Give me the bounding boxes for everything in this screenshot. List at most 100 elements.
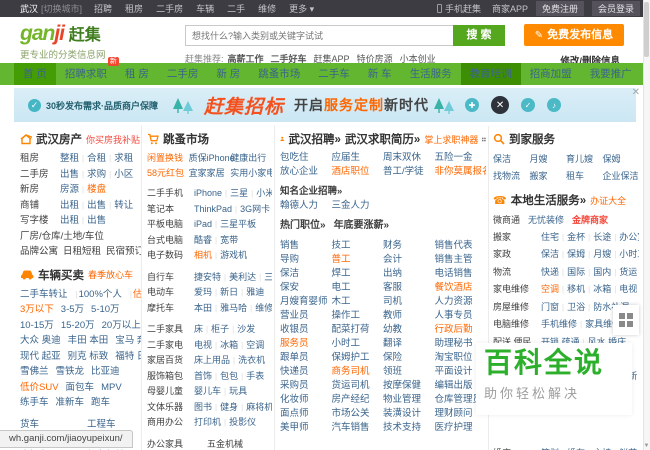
link[interactable]: 雪铁龙 <box>56 366 85 377</box>
link[interactable]: 电视 <box>619 284 637 294</box>
link[interactable]: 二手房 <box>158 63 208 85</box>
link[interactable]: 幼教 <box>383 323 435 337</box>
link[interactable]: 3G网卡 <box>240 204 270 214</box>
category-label[interactable]: 家居百货 <box>147 353 194 368</box>
local-service-title[interactable]: 本地生活服务» <box>511 192 586 208</box>
overlay-ad[interactable]: 百科全说 助你轻松解决 <box>476 343 632 415</box>
link[interactable]: 焊工 <box>332 267 384 281</box>
link[interactable]: 客服 <box>383 281 435 295</box>
link[interactable]: 保险 <box>383 351 435 365</box>
link[interactable]: 练手车 <box>20 397 49 408</box>
link[interactable]: 比亚迪 <box>91 366 120 377</box>
link[interactable]: 低价SUV <box>20 382 59 393</box>
link[interactable]: 车辆 <box>196 4 214 14</box>
link[interactable]: 保洁 <box>541 249 559 259</box>
link[interactable]: 柜子 <box>211 324 229 334</box>
link[interactable]: 房产经纪 <box>332 393 384 407</box>
link[interactable]: 办公室 <box>619 232 639 242</box>
link[interactable]: 找物流 <box>493 168 530 185</box>
category-label[interactable]: 写字楼 <box>20 213 60 229</box>
link[interactable]: 商家APP <box>492 2 528 15</box>
link[interactable]: 58元红包 <box>147 166 189 181</box>
link[interactable]: 电工 <box>332 281 384 295</box>
link[interactable]: 租车 <box>566 168 603 185</box>
link[interactable]: 首 页 <box>14 63 56 85</box>
link[interactable]: 非你莫属报名 <box>435 165 487 179</box>
link[interactable]: 国内 <box>593 267 611 277</box>
link[interactable]: 更多 ▾ <box>289 4 314 14</box>
link[interactable]: 人事专员 <box>435 309 487 323</box>
category-label[interactable]: 新房 <box>20 182 60 198</box>
housing-title[interactable]: 武汉房产 <box>36 131 82 147</box>
link[interactable]: 投影仪 <box>229 417 256 427</box>
link[interactable]: 移机 <box>567 284 585 294</box>
category-label[interactable]: 二手手机 <box>147 186 194 201</box>
link[interactable]: 年底要涨薪» <box>334 220 390 231</box>
link[interactable]: 丰田 本田 <box>68 335 109 346</box>
link[interactable]: 求租 <box>114 153 133 164</box>
link[interactable]: 玩具 <box>229 386 247 396</box>
link[interactable]: 福特 日产 <box>115 351 141 362</box>
category-label[interactable]: 电脑维修 <box>493 316 541 333</box>
category-label[interactable]: 租房 <box>20 151 60 167</box>
link[interactable]: 普工/学徒 <box>383 165 435 179</box>
category-label[interactable]: 家电维修 <box>493 281 541 298</box>
link[interactable]: 市场公关 <box>332 407 384 421</box>
promo-banner[interactable]: ✓ 30秒发布需求·品质商户保障 赶集招标 开启服务定制新时代 ✚ ✕ ✓ ♪ <box>14 88 636 122</box>
link[interactable]: 销售主管 <box>435 253 487 267</box>
link[interactable]: 15-20万 <box>61 320 95 331</box>
link[interactable]: 小米 <box>256 188 272 198</box>
link[interactable]: 物业管理 <box>383 393 435 407</box>
link[interactable]: 领班 <box>383 365 435 379</box>
link[interactable]: 商务司机 <box>332 365 384 379</box>
link[interactable]: 房源 <box>60 184 79 195</box>
link[interactable]: 床上用品 <box>194 355 230 365</box>
link[interactable]: 空调 <box>246 340 264 350</box>
flea-title[interactable]: 跳蚤市场 <box>163 131 209 147</box>
category-label[interactable]: 平板电脑 <box>147 217 194 232</box>
link[interactable]: iPhone <box>194 188 222 198</box>
link[interactable]: 出租 <box>60 215 79 226</box>
category-label[interactable]: 二手家具 <box>147 322 194 337</box>
link[interactable]: 20万以上 <box>102 320 141 331</box>
link[interactable]: 技术支持 <box>383 421 435 435</box>
link[interactable]: 保姆护工 <box>332 351 384 365</box>
category-label[interactable]: 电动车 <box>147 285 194 300</box>
link[interactable]: 二手房 <box>156 4 183 14</box>
link[interactable]: 招聘求职新 <box>56 57 119 85</box>
link[interactable]: 出纳 <box>383 267 435 281</box>
link[interactable]: 手表 <box>246 371 264 381</box>
link[interactable]: 普工 <box>332 253 384 267</box>
link[interactable]: 新日 <box>220 287 238 297</box>
link[interactable]: 木工 <box>332 295 384 309</box>
link[interactable]: 销售代表 <box>435 239 487 253</box>
link[interactable]: 跟单员 <box>280 351 332 365</box>
car-title[interactable]: 车辆买卖 <box>38 267 84 283</box>
link[interactable]: 首饰 <box>194 371 212 381</box>
link[interactable]: 住宅 <box>541 232 559 242</box>
switch-city-link[interactable]: [切换城市] <box>41 2 82 15</box>
link[interactable]: 新 房 <box>207 63 249 85</box>
link[interactable]: 育儿嫂 <box>566 151 603 168</box>
link[interactable]: 无忧装修 <box>528 215 564 225</box>
category-label[interactable]: 搬家 <box>493 229 541 246</box>
link[interactable]: 爱玛 <box>194 287 212 297</box>
category-label[interactable]: 自行车 <box>147 270 194 285</box>
link[interactable]: 沙发 <box>237 324 255 334</box>
category-label[interactable]: 商铺 <box>20 198 60 214</box>
home-service-title[interactable]: 到家服务 <box>509 131 555 147</box>
link[interactable]: 10-15万 <box>20 320 54 331</box>
link[interactable]: 新 车 <box>359 63 401 85</box>
scrollbar-down-arrow[interactable]: ▼ <box>643 443 650 449</box>
link[interactable]: 快递员 <box>280 365 332 379</box>
link[interactable]: 我要推广 <box>581 63 641 85</box>
link[interactable]: 洗衣机 <box>238 355 265 365</box>
link[interactable]: 酒店职位 <box>332 165 384 179</box>
city-selector[interactable]: 武汉 <box>20 2 38 15</box>
link[interactable]: 5-10万 <box>91 304 120 315</box>
link[interactable]: 包吃住 <box>280 151 332 165</box>
link[interactable]: 免费注册 <box>535 1 584 16</box>
link[interactable]: 包包 <box>220 371 238 381</box>
link[interactable]: 现代 起亚 <box>20 351 61 362</box>
link[interactable]: 翻译 <box>383 337 435 351</box>
